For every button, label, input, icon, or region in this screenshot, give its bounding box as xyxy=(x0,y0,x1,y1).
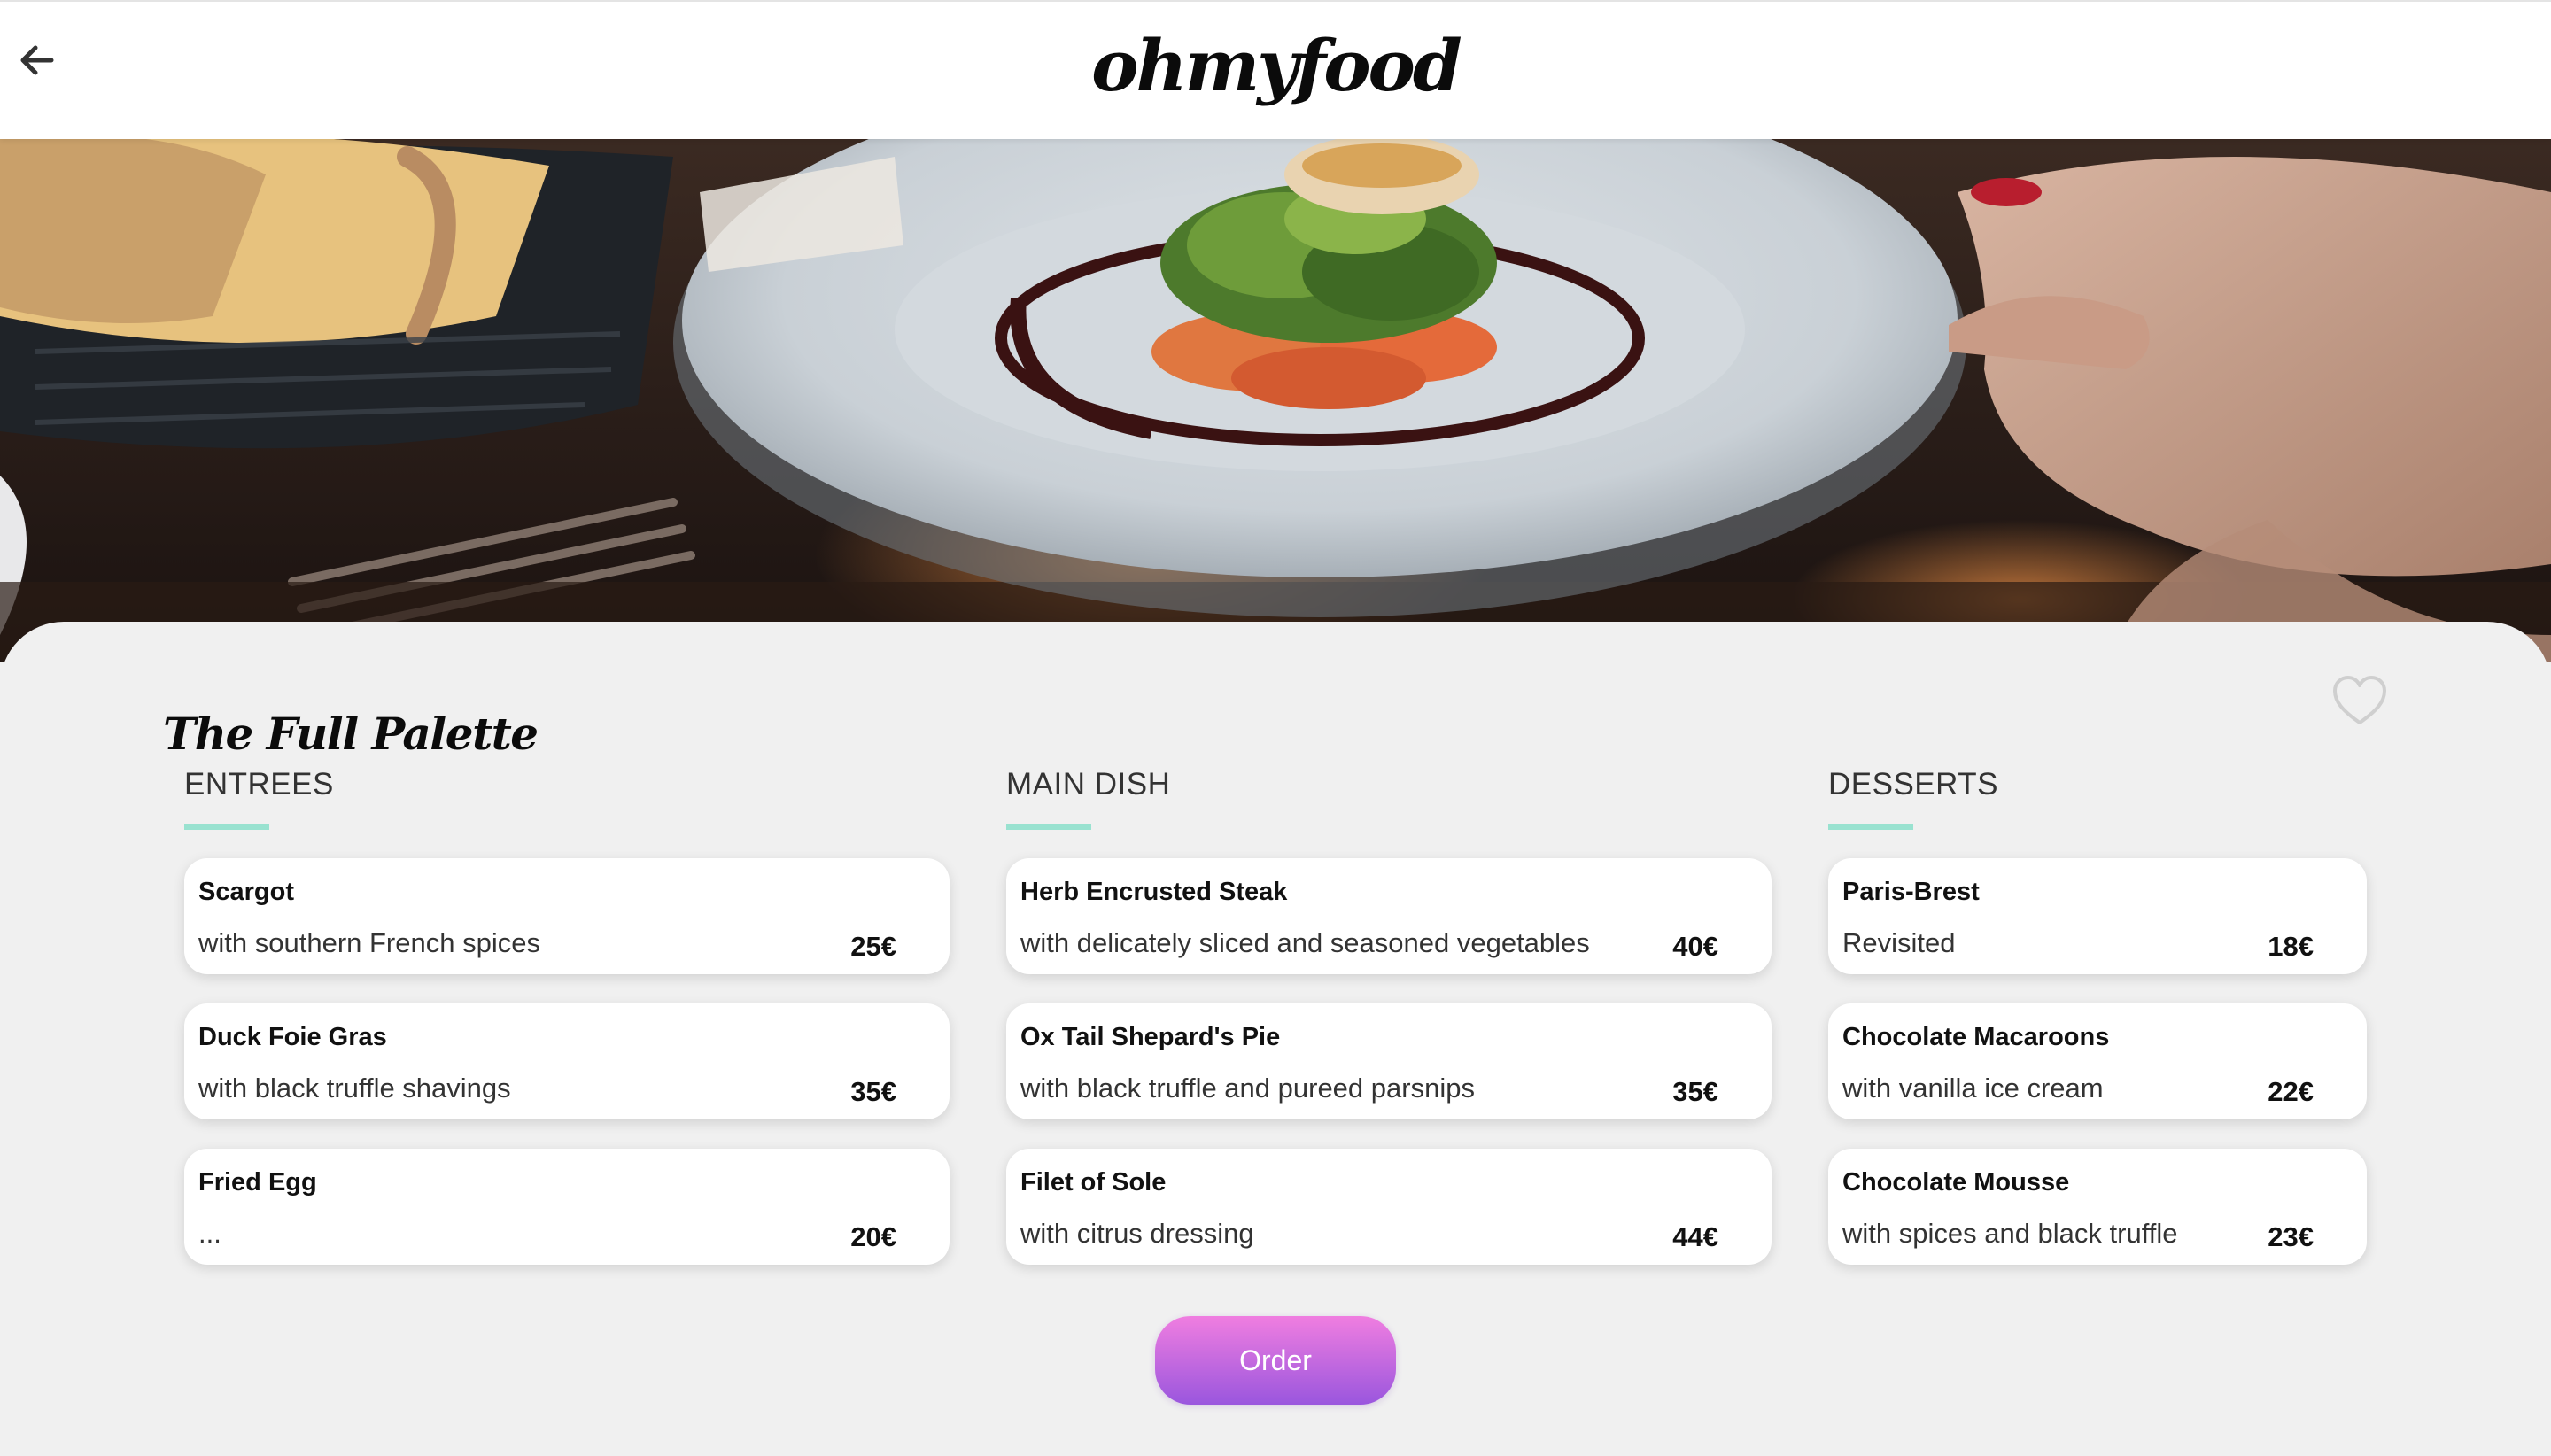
dish-card[interactable]: Ox Tail Shepard's Pie with black truffle… xyxy=(1006,1003,1772,1119)
dish-card[interactable]: Fried Egg ... 20€ xyxy=(184,1149,950,1265)
dish-name: Filet of Sole xyxy=(1020,1168,1167,1197)
dish-description: with vanilla ice cream xyxy=(1842,1073,2104,1104)
dish-price: 44€ xyxy=(1672,1221,1718,1252)
dish-description: with black truffle shavings xyxy=(198,1073,511,1104)
dish-name: Scargot xyxy=(198,878,294,906)
dish-price: 23€ xyxy=(2268,1221,2314,1252)
dish-card[interactable]: Scargot with southern French spices 25€ xyxy=(184,858,950,974)
column-heading: ENTREES xyxy=(184,767,334,802)
heart-outline-icon xyxy=(2333,676,2386,724)
dish-description: with delicately sliced and seasoned vege… xyxy=(1020,927,1590,958)
dish-description: with spices and black truffle xyxy=(1842,1218,2178,1249)
dish-name: Fried Egg xyxy=(198,1168,317,1197)
restaurant-title: The Full Palette xyxy=(163,708,539,760)
dish-card[interactable]: Duck Foie Gras with black truffle shavin… xyxy=(184,1003,950,1119)
dish-card[interactable]: Chocolate Macaroons with vanilla ice cre… xyxy=(1828,1003,2367,1119)
heading-underline xyxy=(184,824,269,830)
menu-column-main-dish: MAIN DISH Herb Encrusted Steak with deli… xyxy=(1006,763,1772,1294)
dish-price: 18€ xyxy=(2268,931,2314,962)
order-button[interactable]: Order xyxy=(1155,1316,1396,1405)
dish-price: 35€ xyxy=(850,1076,896,1107)
dish-price: 35€ xyxy=(1672,1076,1718,1107)
site-logo[interactable]: ohmyfood xyxy=(0,21,2551,110)
dish-card[interactable]: Chocolate Mousse with spices and black t… xyxy=(1828,1149,2367,1265)
favorite-button[interactable] xyxy=(2331,675,2388,728)
heading-underline xyxy=(1006,824,1091,830)
dish-name: Ox Tail Shepard's Pie xyxy=(1020,1023,1281,1051)
heading-underline xyxy=(1828,824,1913,830)
dish-description: with black truffle and pureed parsnips xyxy=(1020,1073,1475,1104)
dish-description: ... xyxy=(198,1218,221,1249)
menu-card: The Full Palette ENTREES Scargot with so… xyxy=(0,622,2551,1456)
column-heading: DESSERTS xyxy=(1828,767,1999,802)
dish-price: 40€ xyxy=(1672,931,1718,962)
dish-price: 25€ xyxy=(850,931,896,962)
dish-price: 22€ xyxy=(2268,1076,2314,1107)
dish-description: Revisited xyxy=(1842,927,1956,958)
dish-name: Chocolate Macaroons xyxy=(1842,1023,2110,1051)
dish-card[interactable]: Herb Encrusted Steak with delicately sli… xyxy=(1006,858,1772,974)
dish-name: Paris-Brest xyxy=(1842,878,1980,906)
dish-card[interactable]: Filet of Sole with citrus dressing 44€ xyxy=(1006,1149,1772,1265)
menu-column-entrees: ENTREES Scargot with southern French spi… xyxy=(184,763,950,1294)
dish-card[interactable]: Paris-Brest Revisited 18€ xyxy=(1828,858,2367,974)
hero-image xyxy=(0,139,2551,662)
dish-name: Chocolate Mousse xyxy=(1842,1168,2070,1197)
site-header: ohmyfood xyxy=(0,0,2551,139)
dish-name: Herb Encrusted Steak xyxy=(1020,878,1288,906)
dish-description: with citrus dressing xyxy=(1020,1218,1254,1249)
dish-price: 20€ xyxy=(850,1221,896,1252)
dish-name: Duck Foie Gras xyxy=(198,1023,387,1051)
dish-description: with southern French spices xyxy=(198,927,540,958)
column-heading: MAIN DISH xyxy=(1006,767,1171,802)
menu-column-desserts: DESSERTS Paris-Brest Revisited 18€ Choco… xyxy=(1828,763,2367,1294)
